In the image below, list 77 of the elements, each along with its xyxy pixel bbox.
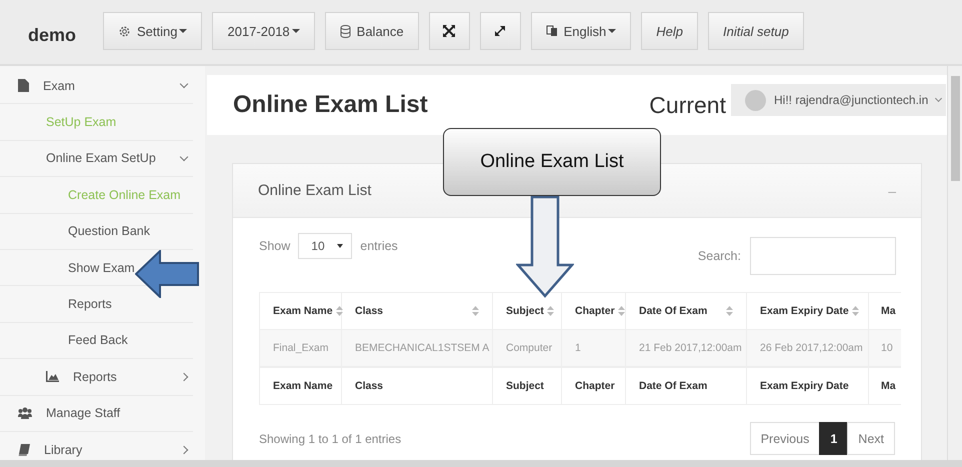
table-cell: 10 — [868, 330, 901, 367]
table-cell: BEMECHANICAL1STSEM A — [342, 330, 492, 367]
sidebar-item[interactable]: Show Exam — [68, 260, 135, 275]
entries-label: entries — [360, 239, 398, 253]
column-footer: Subject — [492, 367, 562, 404]
sidebar-item[interactable]: Library — [44, 442, 82, 457]
dropdown-button[interactable]: Setting — [103, 12, 202, 50]
fullscreen-button[interactable] — [428, 12, 470, 50]
sidebar-item[interactable]: Question Bank — [68, 224, 150, 238]
area-chart-icon — [46, 371, 59, 382]
book-icon — [18, 444, 30, 456]
toolbar-button[interactable]: Initial setup — [708, 12, 804, 50]
caret-icon — [608, 29, 616, 33]
vertical-scrollbar[interactable] — [947, 66, 962, 460]
column-footer: Chapter — [562, 367, 626, 404]
sort-icon — [546, 306, 554, 316]
toolbar-button[interactable]: Balance — [324, 12, 419, 50]
header-text: Current — [649, 92, 726, 118]
sidebar-item[interactable]: Online Exam SetUp — [46, 151, 156, 166]
left-arrow-icon — [135, 250, 199, 298]
table-cell: Final_Exam — [260, 330, 342, 367]
gear-icon — [118, 24, 131, 38]
table-cell: 1 — [562, 330, 626, 367]
pagination-button[interactable]: Previous — [750, 422, 820, 455]
resize-button[interactable] — [480, 12, 521, 50]
sort-icon — [726, 306, 733, 316]
dropdown-button[interactable]: 2017-2018 — [212, 12, 315, 50]
user-greeting: Hi!! rajendra@junctiontech.in — [774, 93, 928, 107]
brand-name: demo — [28, 24, 78, 46]
column-footer: Ma — [868, 367, 901, 404]
page-length-select[interactable]: 10 — [298, 233, 352, 259]
sort-icon — [618, 306, 625, 316]
search-label: Search: — [698, 249, 741, 263]
column-header[interactable]: Chapter — [562, 292, 626, 330]
caret-icon — [337, 244, 344, 248]
caret-icon — [292, 29, 300, 33]
page-title: Online Exam List — [233, 91, 428, 119]
horizontal-scrollbar[interactable] — [0, 460, 962, 467]
column-header[interactable]: Exam Name — [260, 292, 342, 330]
sort-icon — [852, 306, 859, 316]
caret-icon — [179, 29, 188, 33]
toolbar-button[interactable]: Help — [641, 12, 698, 50]
table-cell: Computer — [492, 330, 562, 367]
sidebar-item[interactable]: Reports — [73, 370, 117, 384]
avatar-icon — [745, 90, 766, 110]
diagonal-arrows-icon — [494, 25, 506, 37]
sidebar-item[interactable]: Feed Back — [68, 333, 128, 348]
pagination-button[interactable]: Next — [847, 422, 895, 455]
sort-icon — [336, 306, 343, 316]
callout-box: Online Exam List — [443, 128, 661, 196]
database-icon — [340, 24, 351, 38]
column-footer: Exam Expiry Date — [746, 367, 868, 404]
entries-info: Showing 1 to 1 of 1 entries — [259, 432, 402, 446]
sidebar-item[interactable]: Reports — [68, 297, 112, 312]
column-header[interactable]: Class — [342, 292, 492, 330]
table-cell: 21 Feb 2017,12:00am — [626, 330, 746, 367]
sidebar-item[interactable]: Manage Staff — [46, 406, 120, 420]
document-icon — [18, 79, 29, 92]
dropdown-button[interactable]: English — [530, 12, 632, 50]
column-footer: Exam Name — [260, 367, 342, 404]
pagination-button[interactable]: 1 — [819, 422, 848, 455]
column-header[interactable]: Date Of Exam — [626, 292, 746, 330]
show-label: Show — [259, 239, 290, 253]
sort-icon — [472, 306, 479, 316]
column-footer: Date Of Exam — [626, 367, 746, 404]
card-title: Online Exam List — [258, 182, 372, 199]
expand-icon — [443, 25, 456, 37]
column-header[interactable]: Subject — [492, 292, 562, 330]
sidebar-item[interactable]: Exam — [43, 78, 75, 93]
people-icon — [18, 407, 32, 420]
flag-icon — [546, 25, 558, 37]
user-menu[interactable]: Hi!! rajendra@junctiontech.in — [731, 84, 946, 116]
table-cell: 26 Feb 2017,12:00am — [746, 330, 868, 367]
down-arrow-icon — [516, 196, 574, 298]
column-footer: Class — [342, 367, 492, 404]
column-header[interactable]: Exam Expiry Date — [746, 292, 868, 330]
search-field[interactable] — [750, 237, 896, 275]
